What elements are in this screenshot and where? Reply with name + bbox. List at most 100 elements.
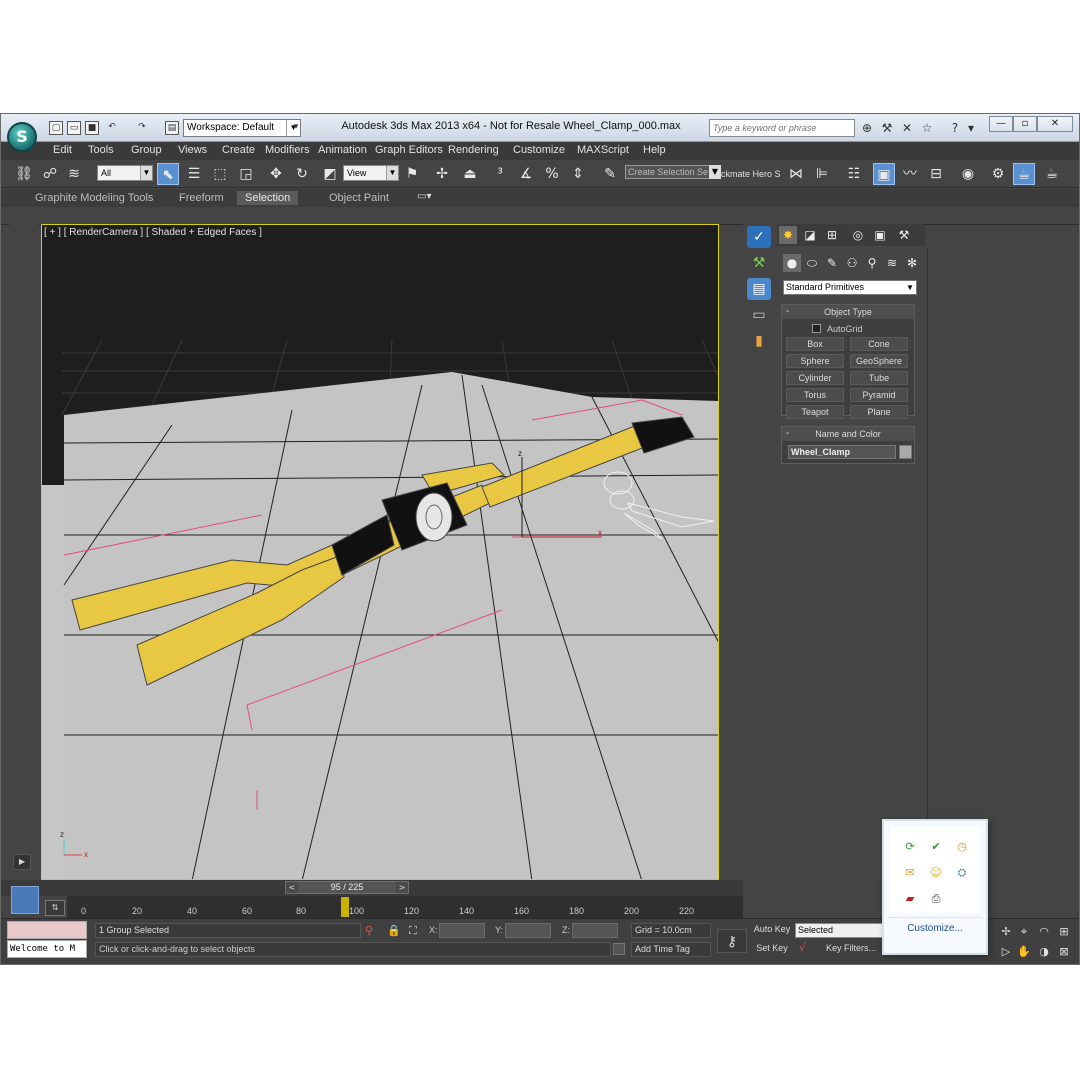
maximize-button[interactable]: ▫ xyxy=(1013,116,1037,132)
space-warps-icon[interactable]: ≋ xyxy=(883,254,901,272)
track-bar[interactable]: 0 20 40 60 80 100 120 140 160 180 200 22… xyxy=(67,896,743,918)
geometry-icon[interactable]: ● xyxy=(783,254,801,272)
menu-rendering[interactable]: Rendering xyxy=(448,144,499,156)
cameras-icon[interactable]: ⚇ xyxy=(843,254,861,272)
window-crossing-icon[interactable]: ◲ xyxy=(235,163,257,185)
object-color-swatch[interactable] xyxy=(899,445,912,459)
scene-explorer-icon[interactable]: ▤ xyxy=(747,278,771,300)
time-slider[interactable]: < 95 / 225 > xyxy=(285,881,409,894)
auto-key-button[interactable]: Auto Key xyxy=(753,923,791,938)
clock-icon[interactable]: ◷ xyxy=(954,839,970,855)
link-icon[interactable]: ⛓ xyxy=(13,163,35,185)
expand-viewport-icon[interactable]: ▶ xyxy=(13,854,31,870)
autogrid-checkbox[interactable] xyxy=(812,324,821,333)
plane-button[interactable]: Plane xyxy=(850,405,908,419)
spinner-snap-icon[interactable]: ⇕ xyxy=(567,163,589,185)
object-name-field[interactable]: Wheel_Clamp xyxy=(788,445,896,459)
menu-modifiers[interactable]: Modifiers xyxy=(265,144,310,156)
render-production-icon[interactable]: ☕ xyxy=(1041,163,1063,185)
percent-snap-icon[interactable]: % xyxy=(541,163,563,185)
key-mode-dropdown[interactable]: Selected xyxy=(795,923,883,938)
menu-maxscript[interactable]: MAXScript xyxy=(577,144,629,156)
orbit-icon[interactable]: ◠ xyxy=(1035,923,1053,941)
set-key-button[interactable]: Set Key xyxy=(753,942,791,957)
maxscript-listener-input[interactable]: Welcome to M xyxy=(7,940,87,958)
select-manipulate-icon[interactable]: ✢ xyxy=(431,163,453,185)
project-folder-icon[interactable]: ▤ xyxy=(165,121,179,135)
menu-help[interactable]: Help xyxy=(643,144,666,156)
customize-link[interactable]: Customize... xyxy=(884,923,986,934)
viewport-rendercamera[interactable]: z x z x [ + ] [ RenderCamera ] [ Shaded … xyxy=(41,224,719,880)
cone-button[interactable]: Cone xyxy=(850,337,908,351)
hierarchy-tab-icon[interactable]: ⊞ xyxy=(823,226,841,244)
walk-through-icon[interactable]: ◑ xyxy=(1035,943,1053,961)
modify-tab-icon[interactable]: ◪ xyxy=(801,226,819,244)
binoculars-icon[interactable]: ⊕ xyxy=(859,121,875,135)
sync-icon[interactable]: ⟳ xyxy=(902,839,918,855)
object-type-header[interactable]: - Object Type xyxy=(782,305,914,319)
absolute-mode-icon[interactable]: ⛶ xyxy=(409,924,417,938)
help-menu-chevron-icon[interactable]: ▾ xyxy=(963,121,979,135)
selection-filter-dropdown[interactable]: All ▼ xyxy=(97,165,153,181)
viewport-label[interactable]: [ + ] [ RenderCamera ] [ Shaded + Edged … xyxy=(44,227,262,238)
search-input[interactable] xyxy=(709,119,855,137)
x-coordinate-field[interactable] xyxy=(439,923,485,938)
edit-named-selection-icon[interactable]: ✎ xyxy=(599,163,621,185)
sphere-button[interactable]: Sphere xyxy=(786,354,844,368)
zoom-all-icon[interactable]: ⌖ xyxy=(1015,923,1033,941)
rendered-frame-window-icon[interactable]: ☕ xyxy=(1013,163,1035,185)
current-frame-marker[interactable] xyxy=(341,897,349,917)
motion-tab-icon[interactable]: ◎ xyxy=(849,226,867,244)
security-check-icon[interactable]: ✔ xyxy=(928,839,944,855)
mirror-icon[interactable]: ⋈ xyxy=(785,163,807,185)
field-of-view-icon[interactable]: ▷ xyxy=(997,943,1015,961)
tab-freeform[interactable]: Freeform xyxy=(171,191,232,205)
pan-hand-icon[interactable]: ✋ xyxy=(1015,943,1033,961)
tab-object-paint[interactable]: Object Paint xyxy=(321,191,397,205)
lights-icon[interactable]: ✎ xyxy=(823,254,841,272)
menu-customize[interactable]: Customize xyxy=(513,144,565,156)
close-button[interactable]: ✕ xyxy=(1037,116,1073,132)
set-keys-key-icon[interactable]: ⚷ xyxy=(717,929,747,953)
previous-frame-icon[interactable]: < xyxy=(286,882,298,893)
menu-graph-editors[interactable]: Graph Editors xyxy=(375,144,443,156)
zoom-icon[interactable]: ✢ xyxy=(997,923,1015,941)
menu-edit[interactable]: Edit xyxy=(53,144,72,156)
monitor-icon[interactable]: ▭ xyxy=(747,304,771,326)
scale-icon[interactable]: ◩ xyxy=(319,163,341,185)
name-and-color-header[interactable]: - Name and Color xyxy=(782,427,914,441)
angle-snap-icon[interactable]: ∡ xyxy=(515,163,537,185)
schematic-view-icon[interactable]: ⊟ xyxy=(925,163,947,185)
move-icon[interactable]: ✥ xyxy=(265,163,287,185)
minimize-button[interactable]: — xyxy=(989,116,1013,132)
geosphere-button[interactable]: GeoSphere xyxy=(850,354,908,368)
checkmark-icon[interactable]: ✓ xyxy=(747,226,771,248)
zoom-extents-icon[interactable]: ⊞ xyxy=(1055,923,1073,941)
autogrid-option[interactable]: AutoGrid xyxy=(812,324,863,334)
favorites-icon[interactable]: ☆ xyxy=(919,121,935,135)
torus-button[interactable]: Torus xyxy=(786,388,844,402)
graphite-toggle-icon[interactable]: ▣ xyxy=(873,163,895,185)
tube-button[interactable]: Tube xyxy=(850,371,908,385)
network-icon[interactable]: ⛭ xyxy=(954,865,970,881)
keyboard-shortcut-override-icon[interactable]: ⏏ xyxy=(459,163,481,185)
help-icon[interactable]: ? xyxy=(947,121,963,135)
subscription-icon[interactable]: ⚒ xyxy=(879,121,895,135)
menu-animation[interactable]: Animation xyxy=(318,144,367,156)
curve-editor-icon[interactable]: 〰 xyxy=(899,163,921,185)
primitive-category-dropdown[interactable]: Standard Primitives ▼ xyxy=(783,280,917,295)
systems-icon[interactable]: ✻ xyxy=(903,254,921,272)
communication-center-icon[interactable]: ✕ xyxy=(899,121,915,135)
teapot-button[interactable]: Teapot xyxy=(786,405,844,419)
add-time-tag-button[interactable]: Add Time Tag xyxy=(631,942,711,957)
key-filters-button[interactable]: Key Filters... xyxy=(819,942,883,957)
helpers-icon[interactable]: ⚲ xyxy=(863,254,881,272)
pivot-center-icon[interactable]: ⚑ xyxy=(401,163,423,185)
undo-icon[interactable]: ↶ xyxy=(105,121,119,135)
menu-group[interactable]: Group xyxy=(131,144,162,156)
menu-create[interactable]: Create xyxy=(222,144,255,156)
menu-views[interactable]: Views xyxy=(178,144,207,156)
named-selection-sets-input[interactable]: Create Selection Se xyxy=(625,165,719,179)
reference-coordinate-dropdown[interactable]: View ▼ xyxy=(343,165,399,181)
shapes-icon[interactable]: ⬭ xyxy=(803,254,821,272)
